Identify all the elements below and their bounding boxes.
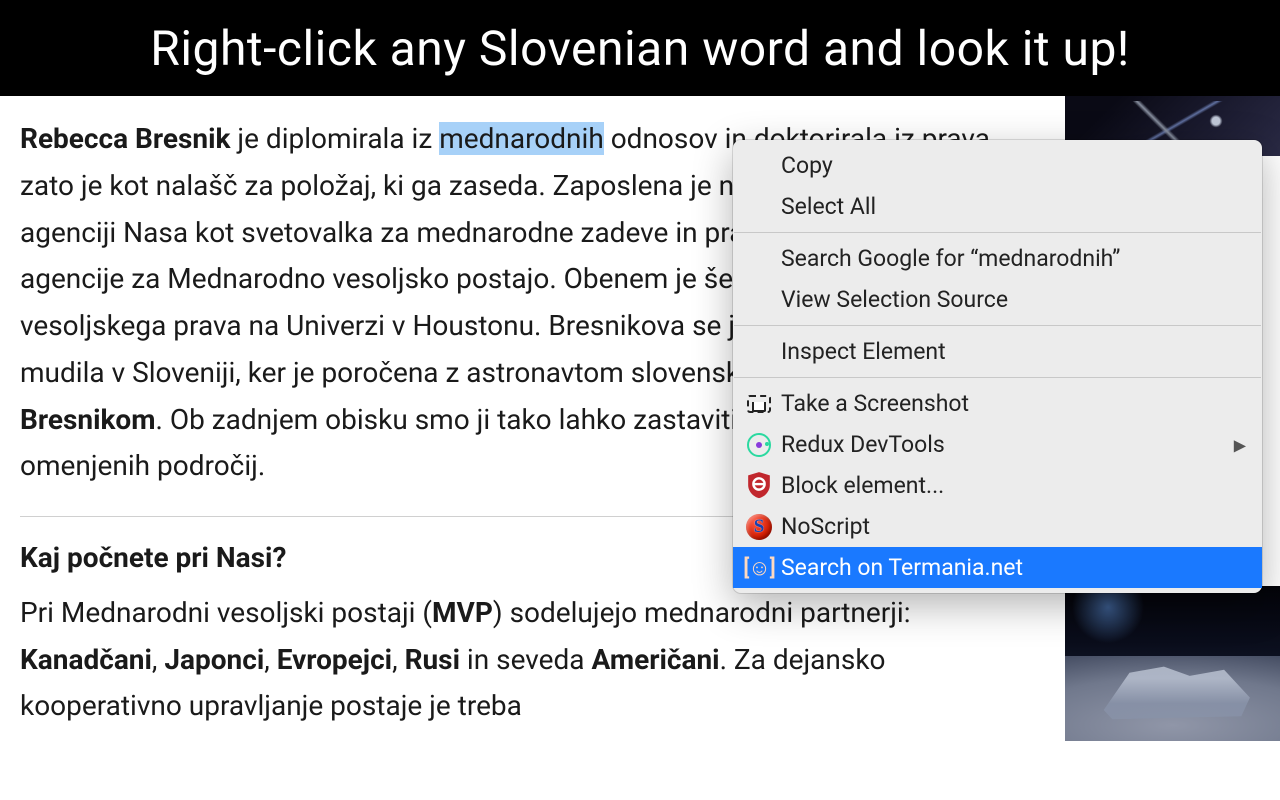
menu-separator <box>734 377 1261 378</box>
partner-canadians: Kanadčani <box>20 643 152 676</box>
text-fragment: , <box>152 643 164 676</box>
partner-russians: Rusi <box>405 643 460 676</box>
menu-select-all[interactable]: Select All <box>733 186 1262 227</box>
text-fragment: in seveda <box>460 643 591 676</box>
text-fragment: , <box>264 643 276 676</box>
menu-separator <box>734 325 1261 326</box>
menu-label: NoScript <box>781 513 870 540</box>
name-rebecca-bresnik: Rebecca Bresnik <box>20 122 230 155</box>
menu-label: Search Google for “mednarodnih” <box>781 245 1120 272</box>
menu-take-screenshot[interactable]: Take a Screenshot <box>733 383 1262 424</box>
screenshot-icon <box>746 391 772 417</box>
menu-label: Copy <box>781 152 833 179</box>
menu-copy[interactable]: Copy <box>733 145 1262 186</box>
paragraph-answer: Pri Mednarodni vesoljski postaji (MVP) s… <box>20 590 1035 730</box>
partner-europeans: Evropejci <box>277 643 392 676</box>
menu-separator <box>734 232 1261 233</box>
menu-noscript[interactable]: NoScript <box>733 506 1262 547</box>
menu-label: Take a Screenshot <box>781 390 969 417</box>
context-menu: Copy Select All Search Google for “medna… <box>733 140 1262 593</box>
partner-americans: Američani <box>591 643 719 676</box>
text-fragment: ) sodelujejo mednarodni partnerji: <box>493 596 911 629</box>
noscript-icon <box>746 514 772 540</box>
menu-label: Block element... <box>781 472 944 499</box>
promo-banner: Right-click any Slovenian word and look … <box>0 0 1280 96</box>
moon-base-image <box>1065 586 1280 741</box>
question-text: Kaj počnete pri Nasi? <box>20 541 286 574</box>
termania-icon: [☺] <box>746 555 772 581</box>
menu-label: Inspect Element <box>781 338 946 365</box>
menu-redux-devtools[interactable]: Redux DevTools ▶ <box>733 424 1262 465</box>
selected-word[interactable]: mednarodnih <box>439 122 604 155</box>
menu-search-google[interactable]: Search Google for “mednarodnih” <box>733 238 1262 279</box>
text-fragment: , <box>392 643 404 676</box>
text-fragment: je diplomirala iz <box>230 122 439 155</box>
menu-search-termania[interactable]: [☺] Search on Termania.net <box>733 547 1262 588</box>
menu-label: Select All <box>781 193 876 220</box>
text-fragment: Pri Mednarodni vesoljski postaji ( <box>20 596 432 629</box>
menu-inspect-element[interactable]: Inspect Element <box>733 331 1262 372</box>
banner-text: Right-click any Slovenian word and look … <box>150 20 1130 77</box>
menu-view-selection-source[interactable]: View Selection Source <box>733 279 1262 320</box>
menu-label: Search on Termania.net <box>781 554 1023 581</box>
abbrev-mvp: MVP <box>432 596 493 629</box>
menu-label: Redux DevTools <box>781 431 945 458</box>
menu-label: View Selection Source <box>781 286 1008 313</box>
ublock-icon <box>746 473 772 499</box>
partner-japanese: Japonci <box>164 643 264 676</box>
menu-block-element[interactable]: Block element... <box>733 465 1262 506</box>
redux-icon <box>746 432 772 458</box>
submenu-arrow-icon: ▶ <box>1234 435 1246 454</box>
